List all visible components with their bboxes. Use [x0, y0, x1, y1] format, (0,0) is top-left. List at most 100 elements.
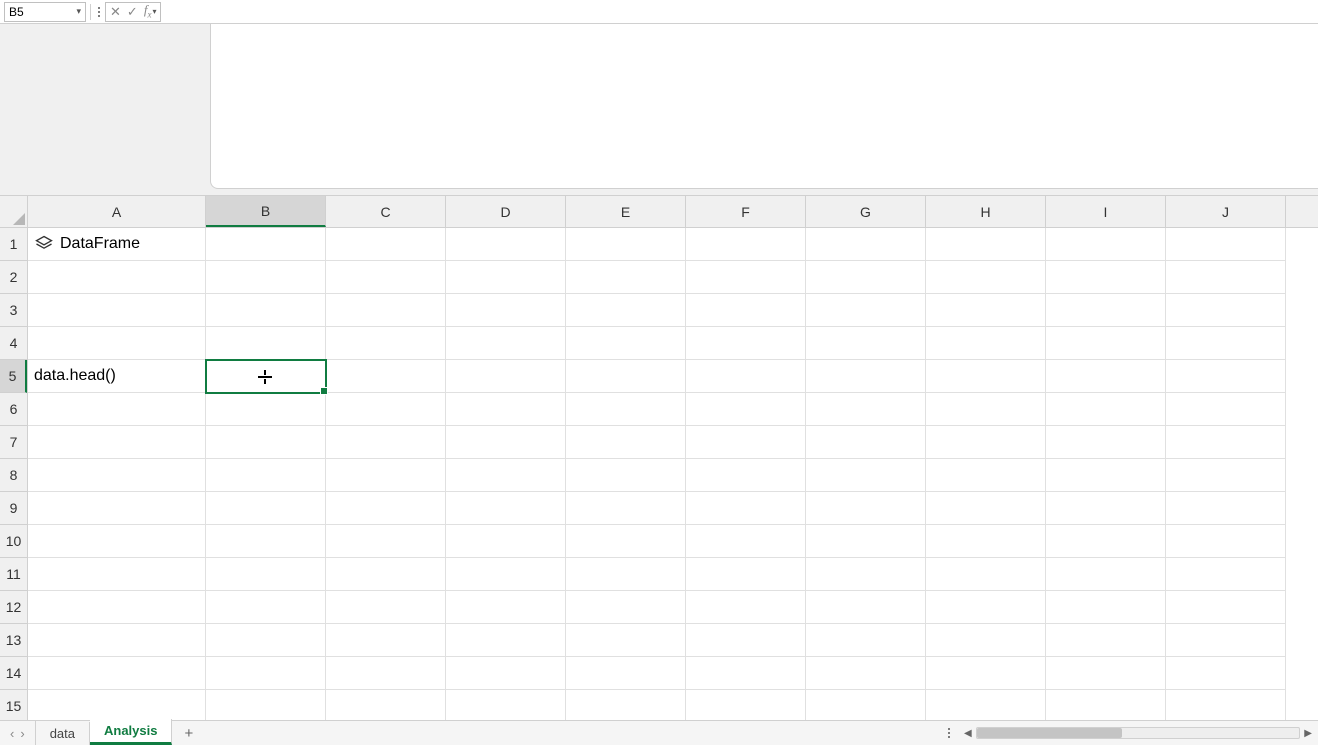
cell-F5[interactable]	[686, 360, 806, 393]
cell-I4[interactable]	[1046, 327, 1166, 360]
cell-B2[interactable]	[206, 261, 326, 294]
cell-H4[interactable]	[926, 327, 1046, 360]
cell-F15[interactable]	[686, 690, 806, 720]
cell-G5[interactable]	[806, 360, 926, 393]
row-header-9[interactable]: 9	[0, 492, 27, 525]
cell-D12[interactable]	[446, 591, 566, 624]
cell-H14[interactable]	[926, 657, 1046, 690]
cell-E7[interactable]	[566, 426, 686, 459]
column-header-C[interactable]: C	[326, 196, 446, 227]
kebab-icon[interactable]	[940, 721, 958, 745]
row-header-6[interactable]: 6	[0, 393, 27, 426]
cell-E10[interactable]	[566, 525, 686, 558]
cell-E12[interactable]	[566, 591, 686, 624]
scroll-right-icon[interactable]: ▶	[1304, 728, 1312, 739]
cell-B1[interactable]	[206, 228, 326, 261]
cell-B11[interactable]	[206, 558, 326, 591]
cell-A12[interactable]	[28, 591, 206, 624]
cell-C12[interactable]	[326, 591, 446, 624]
chevron-down-icon[interactable]: ▾	[76, 6, 81, 17]
cell-H8[interactable]	[926, 459, 1046, 492]
cell-C9[interactable]	[326, 492, 446, 525]
cell-C5[interactable]	[326, 360, 446, 393]
add-sheet-button[interactable]: +	[172, 721, 205, 745]
column-header-D[interactable]: D	[446, 196, 566, 227]
row-header-10[interactable]: 10	[0, 525, 27, 558]
cell-A8[interactable]	[28, 459, 206, 492]
cell-G11[interactable]	[806, 558, 926, 591]
cell-D4[interactable]	[446, 327, 566, 360]
column-header-I[interactable]: I	[1046, 196, 1166, 227]
sheet-tab-analysis[interactable]: Analysis	[90, 719, 172, 745]
cell-I6[interactable]	[1046, 393, 1166, 426]
cell-D3[interactable]	[446, 294, 566, 327]
row-header-7[interactable]: 7	[0, 426, 27, 459]
cell-I2[interactable]	[1046, 261, 1166, 294]
cell-A9[interactable]	[28, 492, 206, 525]
cell-G15[interactable]	[806, 690, 926, 720]
sheet-tab-data[interactable]: data	[36, 722, 90, 745]
cell-F9[interactable]	[686, 492, 806, 525]
cell-A7[interactable]	[28, 426, 206, 459]
tab-next-icon[interactable]: ›	[20, 726, 24, 741]
cell-B4[interactable]	[206, 327, 326, 360]
cell-B9[interactable]	[206, 492, 326, 525]
cell-H7[interactable]	[926, 426, 1046, 459]
cell-G13[interactable]	[806, 624, 926, 657]
cell-C1[interactable]	[326, 228, 446, 261]
cell-F2[interactable]	[686, 261, 806, 294]
cell-F14[interactable]	[686, 657, 806, 690]
cell-F3[interactable]	[686, 294, 806, 327]
column-header-J[interactable]: J	[1166, 196, 1286, 227]
cell-B10[interactable]	[206, 525, 326, 558]
cell-G6[interactable]	[806, 393, 926, 426]
name-box[interactable]: B5 ▾	[4, 2, 86, 22]
cell-E5[interactable]	[566, 360, 686, 393]
cell-E8[interactable]	[566, 459, 686, 492]
cell-A1[interactable]: DataFrame	[28, 228, 206, 261]
cell-E11[interactable]	[566, 558, 686, 591]
row-header-5[interactable]: 5	[0, 360, 27, 393]
cell-F13[interactable]	[686, 624, 806, 657]
cell-H2[interactable]	[926, 261, 1046, 294]
cell-E15[interactable]	[566, 690, 686, 720]
cell-D9[interactable]	[446, 492, 566, 525]
cell-H13[interactable]	[926, 624, 1046, 657]
scroll-left-icon[interactable]: ◀	[964, 728, 972, 739]
cell-H1[interactable]	[926, 228, 1046, 261]
cell-B13[interactable]	[206, 624, 326, 657]
cell-C3[interactable]	[326, 294, 446, 327]
cell-D13[interactable]	[446, 624, 566, 657]
cell-F8[interactable]	[686, 459, 806, 492]
cell-G9[interactable]	[806, 492, 926, 525]
cell-C10[interactable]	[326, 525, 446, 558]
column-header-E[interactable]: E	[566, 196, 686, 227]
cell-B12[interactable]	[206, 591, 326, 624]
cell-A15[interactable]	[28, 690, 206, 720]
cell-C4[interactable]	[326, 327, 446, 360]
row-header-4[interactable]: 4	[0, 327, 27, 360]
cell-D1[interactable]	[446, 228, 566, 261]
column-header-B[interactable]: B	[206, 196, 326, 227]
cell-G1[interactable]	[806, 228, 926, 261]
cell-A11[interactable]	[28, 558, 206, 591]
cell-G4[interactable]	[806, 327, 926, 360]
cell-B3[interactable]	[206, 294, 326, 327]
cell-D14[interactable]	[446, 657, 566, 690]
cell-B6[interactable]	[206, 393, 326, 426]
cell-A5[interactable]: data.head()	[28, 360, 206, 393]
cell-J4[interactable]	[1166, 327, 1286, 360]
horizontal-scrollbar[interactable]: ◀ ▶	[958, 721, 1318, 745]
cell-J2[interactable]	[1166, 261, 1286, 294]
cell-D10[interactable]	[446, 525, 566, 558]
cell-J12[interactable]	[1166, 591, 1286, 624]
row-header-2[interactable]: 2	[0, 261, 27, 294]
cell-A6[interactable]	[28, 393, 206, 426]
cell-J1[interactable]	[1166, 228, 1286, 261]
cell-E2[interactable]	[566, 261, 686, 294]
cells-area[interactable]: DataFrame data.head()	[28, 228, 1318, 720]
cell-F7[interactable]	[686, 426, 806, 459]
cell-D5[interactable]	[446, 360, 566, 393]
cell-C14[interactable]	[326, 657, 446, 690]
cell-F1[interactable]	[686, 228, 806, 261]
